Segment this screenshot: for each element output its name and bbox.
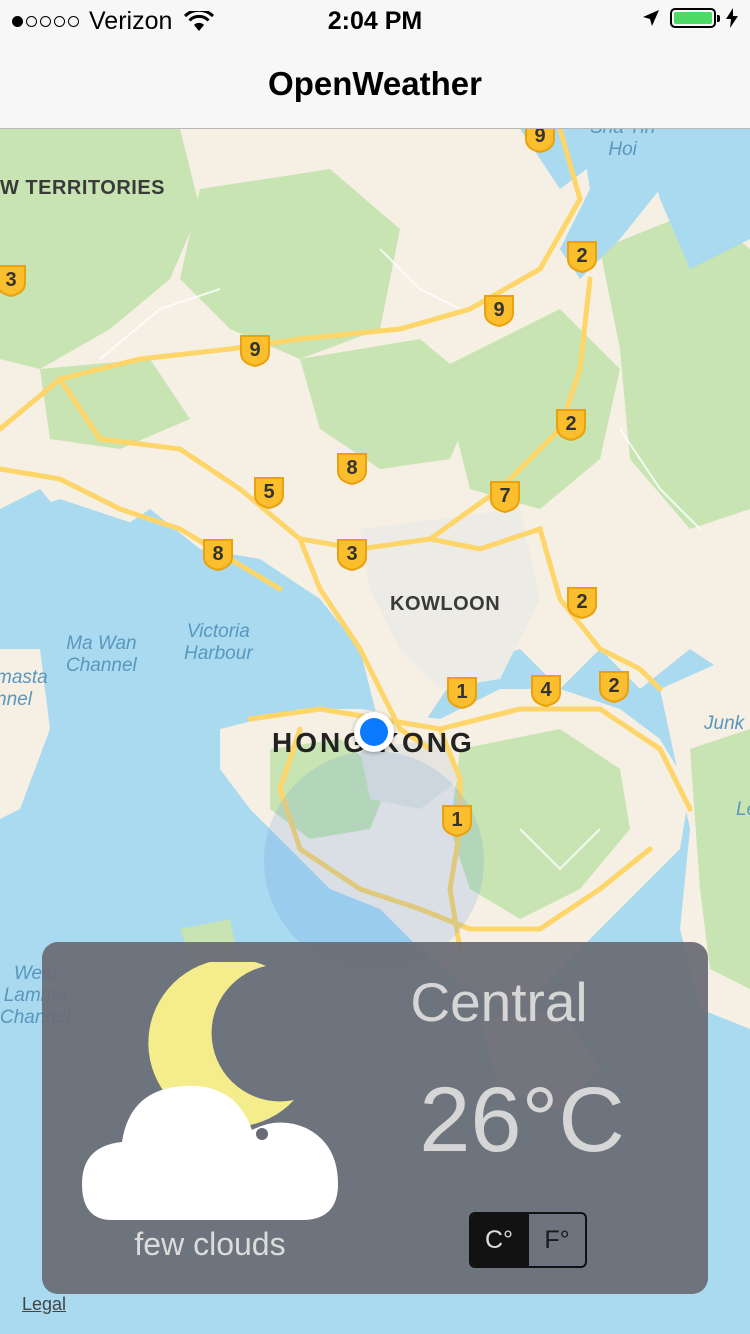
location-arrow-icon xyxy=(643,10,659,26)
route-shield: 4 xyxy=(531,675,561,707)
map-label-masta: masta nnel xyxy=(0,667,48,710)
location-accuracy-halo xyxy=(264,751,484,971)
charging-bolt-icon xyxy=(726,8,738,28)
route-shield: 8 xyxy=(337,453,367,485)
route-shield: 3 xyxy=(0,265,26,297)
route-shield: 9 xyxy=(240,335,270,367)
route-shield: 2 xyxy=(556,409,586,441)
status-bar: Verizon 2:04 PM xyxy=(0,0,750,40)
weather-temperature: 26°C xyxy=(419,1069,625,1171)
route-shield: 1 xyxy=(447,677,477,709)
celsius-button[interactable]: C° xyxy=(471,1214,527,1266)
weather-condition: few clouds xyxy=(134,1226,286,1262)
map-label-sha-tin: Sha Tin Hoi xyxy=(590,129,655,160)
page-title: OpenWeather xyxy=(268,65,482,102)
weather-card: few clouds Central 26°C C° F° xyxy=(42,942,708,1294)
current-location-marker[interactable] xyxy=(354,712,394,752)
map-label-ma-wan: Ma Wan Channel xyxy=(66,633,137,676)
route-shield: 2 xyxy=(567,587,597,619)
unit-toggle: C° F° xyxy=(469,1212,587,1268)
route-shield: 2 xyxy=(599,671,629,703)
status-time: 2:04 PM xyxy=(327,7,423,35)
route-shield: 7 xyxy=(490,481,520,513)
map-label-junk: Junk xyxy=(704,713,745,734)
route-shield: 9 xyxy=(525,129,555,153)
map-label-kowloon: KOWLOON xyxy=(390,593,501,615)
route-shield: 3 xyxy=(337,539,367,571)
map-label-victoria: Victoria Harbour xyxy=(184,621,253,664)
map-label-le: Le xyxy=(736,799,750,820)
fahrenheit-button[interactable]: F° xyxy=(527,1214,585,1266)
status-right xyxy=(642,8,738,28)
weather-city: Central xyxy=(410,971,588,1033)
route-shield: 2 xyxy=(567,241,597,273)
moon-cloud-icon xyxy=(82,962,338,1220)
navigation-bar: OpenWeather xyxy=(0,40,750,129)
legal-link[interactable]: Legal xyxy=(22,1294,66,1315)
route-shield: 1 xyxy=(442,805,472,837)
route-shield: 8 xyxy=(203,539,233,571)
map-label-territories: W TERRITORIES xyxy=(0,177,166,199)
route-shield: 5 xyxy=(254,477,284,509)
battery-icon xyxy=(670,8,720,28)
route-shield: 9 xyxy=(484,295,514,327)
